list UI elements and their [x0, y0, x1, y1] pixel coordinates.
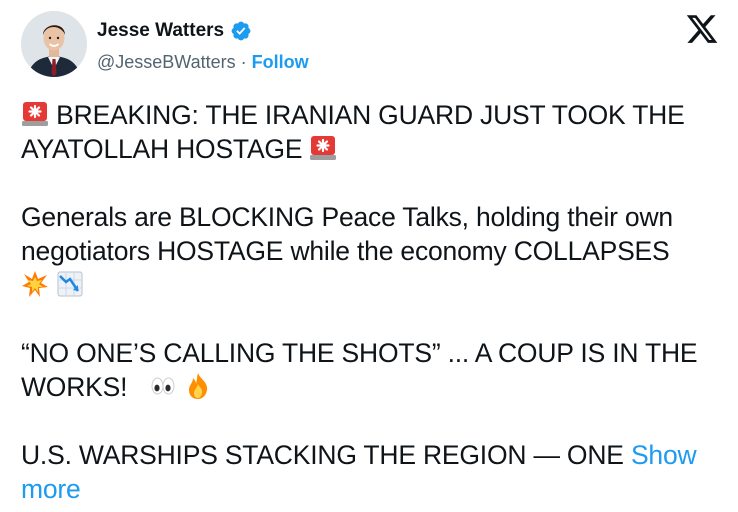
chart-decreasing-emoji — [56, 270, 84, 298]
tweet-paragraph-3: “NO ONE’S CALLING THE SHOTS” ... A COUP … — [21, 336, 721, 404]
author-name-row: Jesse Watters — [97, 18, 252, 44]
tweet-paragraph-1-text: BREAKING: THE IRANIAN GUARD JUST TOOK TH… — [21, 100, 685, 164]
follow-button[interactable]: Follow — [252, 52, 309, 73]
tweet-paragraph-4: U.S. WARSHIPS STACKING THE REGION — ONE … — [21, 438, 721, 506]
tweet-paragraph-1: BREAKING: THE IRANIAN GUARD JUST TOOK TH… — [21, 98, 721, 166]
separator-dot: · — [240, 52, 247, 72]
author-handle-row: @JesseBWatters · Follow — [97, 52, 309, 73]
police-light-emoji — [21, 100, 49, 128]
tweet-paragraph-2-text: Generals are BLOCKING Peace Talks, holdi… — [21, 202, 673, 266]
author-display-name[interactable]: Jesse Watters — [97, 20, 224, 42]
author-handle[interactable]: @JesseBWatters — [97, 52, 236, 73]
avatar[interactable] — [21, 11, 87, 77]
collision-emoji — [21, 270, 49, 298]
verified-badge-icon[interactable] — [230, 20, 252, 42]
x-logo-icon[interactable] — [685, 12, 719, 46]
tweet-paragraph-3-text: “NO ONE’S CALLING THE SHOTS” ... A COUP … — [21, 338, 698, 402]
tweet-paragraph-2: Generals are BLOCKING Peace Talks, holdi… — [21, 200, 721, 302]
eyes-emoji — [149, 372, 177, 400]
tweet-paragraph-4-text: U.S. WARSHIPS STACKING THE REGION — ONE — [21, 440, 624, 470]
fire-emoji — [184, 372, 212, 400]
police-light-emoji — [309, 134, 337, 162]
tweet-card: Jesse Watters @JesseBWatters · Follow BR… — [0, 0, 738, 512]
tweet-text: BREAKING: THE IRANIAN GUARD JUST TOOK TH… — [21, 98, 721, 506]
